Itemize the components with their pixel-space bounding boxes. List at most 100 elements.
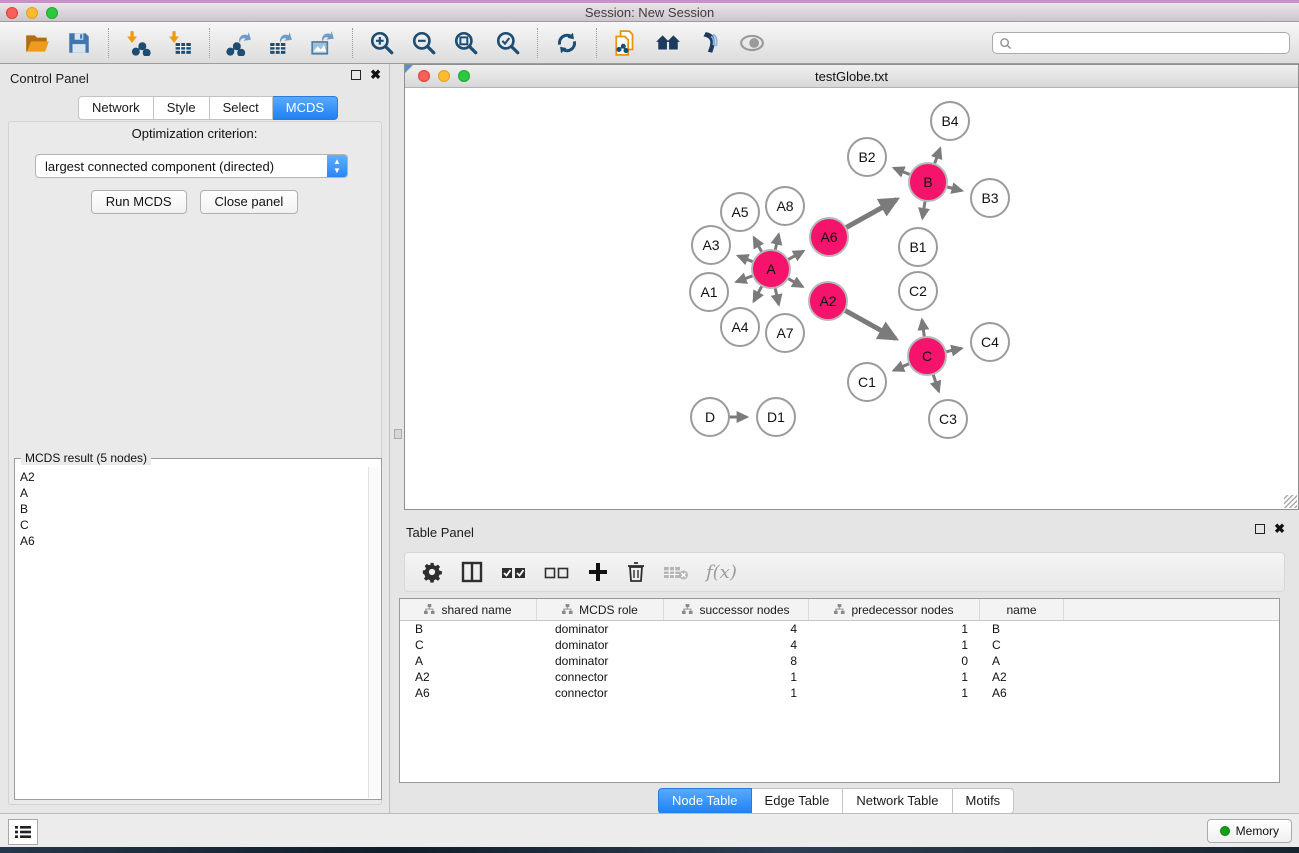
graph-edge-C-C1[interactable] bbox=[894, 364, 910, 371]
search-input[interactable] bbox=[1012, 34, 1289, 52]
graph-node-B2[interactable]: B2 bbox=[848, 138, 886, 176]
graphics-details-icon[interactable] bbox=[695, 28, 725, 58]
column-header-successor-nodes[interactable]: successor nodes bbox=[664, 599, 809, 620]
graph-edge-A2-C[interactable] bbox=[845, 310, 896, 338]
import-network-icon[interactable] bbox=[123, 28, 153, 58]
table-row[interactable]: A2 connector 1 1 A2 bbox=[400, 669, 1279, 685]
mcds-result-item[interactable]: C bbox=[20, 517, 368, 533]
graph-node-A2[interactable]: A2 bbox=[809, 282, 847, 320]
tab-network-table[interactable]: Network Table bbox=[843, 788, 952, 814]
graph-node-A3[interactable]: A3 bbox=[692, 226, 730, 264]
settings-gear-icon[interactable] bbox=[421, 561, 443, 583]
graph-node-B1[interactable]: B1 bbox=[899, 228, 937, 266]
graph-edge-B-B1[interactable] bbox=[922, 201, 925, 218]
graph-edge-A-A3[interactable] bbox=[738, 256, 753, 262]
graph-edge-A-A1[interactable] bbox=[736, 276, 753, 282]
zoom-out-icon[interactable] bbox=[409, 28, 439, 58]
graph-edge-A-A6[interactable] bbox=[788, 251, 804, 260]
task-history-button[interactable] bbox=[8, 819, 38, 845]
memory-button[interactable]: Memory bbox=[1207, 819, 1292, 843]
result-scrollbar[interactable] bbox=[368, 467, 380, 798]
refresh-icon[interactable] bbox=[552, 28, 582, 58]
hide-details-icon[interactable] bbox=[737, 28, 767, 58]
graph-node-B3[interactable]: B3 bbox=[971, 179, 1009, 217]
export-network-icon[interactable] bbox=[224, 28, 254, 58]
graph-node-A8[interactable]: A8 bbox=[766, 187, 804, 225]
table-row[interactable]: A6 connector 1 1 A6 bbox=[400, 685, 1279, 701]
column-header-mcds-role[interactable]: MCDS role bbox=[537, 599, 664, 620]
network-canvas[interactable]: B4 B2 B B3 A8A5 A6 A3 B1 A C2 A1 A2 A4A7 C4 C C1 C3 D D1 bbox=[406, 88, 1297, 508]
close-panel-icon[interactable]: ✖ bbox=[370, 70, 381, 80]
graph-node-B4[interactable]: B4 bbox=[931, 102, 969, 140]
zoom-selected-icon[interactable] bbox=[493, 28, 523, 58]
graph-edge-A-A8[interactable] bbox=[775, 235, 779, 251]
resize-grip[interactable] bbox=[1284, 495, 1297, 508]
graph-node-C1[interactable]: C1 bbox=[848, 363, 886, 401]
table-row[interactable]: B dominator 4 1 B bbox=[400, 621, 1279, 637]
graph-node-A6[interactable]: A6 bbox=[810, 218, 848, 256]
network-from-selection-icon[interactable] bbox=[611, 28, 641, 58]
mcds-result-item[interactable]: A bbox=[20, 485, 368, 501]
graph-node-B[interactable]: B bbox=[909, 163, 947, 201]
graph-node-D[interactable]: D bbox=[691, 398, 729, 436]
column-header-shared-name[interactable]: shared name bbox=[400, 599, 537, 620]
save-session-icon[interactable] bbox=[64, 28, 94, 58]
tab-motifs[interactable]: Motifs bbox=[953, 788, 1015, 814]
close-table-panel-icon[interactable]: ✖ bbox=[1274, 524, 1285, 534]
graph-node-A4[interactable]: A4 bbox=[721, 308, 759, 346]
graph-node-A7[interactable]: A7 bbox=[766, 314, 804, 352]
graph-edge-A-A7[interactable] bbox=[775, 288, 779, 305]
graph-edge-B-B4[interactable] bbox=[934, 148, 940, 164]
search-field[interactable] bbox=[992, 32, 1290, 54]
graph-edge-A6-B[interactable] bbox=[846, 199, 897, 227]
add-icon[interactable] bbox=[587, 561, 609, 583]
first-neighbors-icon[interactable] bbox=[653, 28, 683, 58]
graph-node-D1[interactable]: D1 bbox=[757, 398, 795, 436]
tab-style[interactable]: Style bbox=[154, 96, 210, 120]
close-panel-button[interactable]: Close panel bbox=[200, 190, 299, 214]
graph-edge-C-C4[interactable] bbox=[946, 348, 962, 352]
graph-node-C4[interactable]: C4 bbox=[971, 323, 1009, 361]
export-table-icon[interactable] bbox=[266, 28, 296, 58]
graph-node-C[interactable]: C bbox=[908, 337, 946, 375]
mcds-result-item[interactable]: A6 bbox=[20, 533, 368, 549]
float-table-panel-icon[interactable] bbox=[1255, 524, 1265, 534]
tab-mcds[interactable]: MCDS bbox=[273, 96, 338, 120]
mcds-result-list[interactable]: A2ABCA6 bbox=[16, 467, 368, 798]
graph-edge-B-B3[interactable] bbox=[946, 187, 961, 191]
graph-node-A[interactable]: A bbox=[752, 250, 790, 288]
graph-node-C3[interactable]: C3 bbox=[929, 400, 967, 438]
tab-node-table[interactable]: Node Table bbox=[658, 788, 752, 814]
graph-node-A5[interactable]: A5 bbox=[721, 193, 759, 231]
mcds-result-item[interactable]: A2 bbox=[20, 469, 368, 485]
node-table[interactable]: shared name MCDS role successor nodes pr… bbox=[399, 598, 1280, 783]
graph-edge-A-A5[interactable] bbox=[754, 238, 762, 253]
graph-node-C2[interactable]: C2 bbox=[899, 272, 937, 310]
column-header-predecessor-nodes[interactable]: predecessor nodes bbox=[809, 599, 980, 620]
show-columns-icon[interactable] bbox=[460, 560, 484, 584]
table-row[interactable]: C dominator 4 1 C bbox=[400, 637, 1279, 653]
select-all-icon[interactable] bbox=[501, 563, 527, 581]
float-panel-icon[interactable] bbox=[351, 70, 361, 80]
criterion-dropdown[interactable]: largest connected component (directed) ▲… bbox=[35, 154, 348, 178]
delete-icon[interactable] bbox=[626, 561, 646, 583]
tab-network[interactable]: Network bbox=[78, 96, 154, 120]
splitter-handle[interactable] bbox=[394, 429, 402, 439]
tab-select[interactable]: Select bbox=[210, 96, 273, 120]
mcds-result-item[interactable]: B bbox=[20, 501, 368, 517]
import-table-icon[interactable] bbox=[165, 28, 195, 58]
graph-node-A1[interactable]: A1 bbox=[690, 273, 728, 311]
export-image-icon[interactable] bbox=[308, 28, 338, 58]
table-row[interactable]: A dominator 8 0 A bbox=[400, 653, 1279, 669]
unselect-all-icon[interactable] bbox=[544, 563, 570, 581]
run-mcds-button[interactable]: Run MCDS bbox=[91, 190, 187, 214]
zoom-fit-icon[interactable] bbox=[451, 28, 481, 58]
function-builder-icon[interactable]: f(x) bbox=[706, 562, 737, 583]
column-header-name[interactable]: name bbox=[980, 599, 1064, 620]
zoom-in-icon[interactable] bbox=[367, 28, 397, 58]
graph-edge-C-C3[interactable] bbox=[933, 374, 939, 391]
open-file-icon[interactable] bbox=[22, 28, 52, 58]
tab-edge-table[interactable]: Edge Table bbox=[752, 788, 844, 814]
graph-edge-A-A4[interactable] bbox=[754, 286, 762, 301]
delete-table-icon[interactable] bbox=[663, 563, 689, 581]
